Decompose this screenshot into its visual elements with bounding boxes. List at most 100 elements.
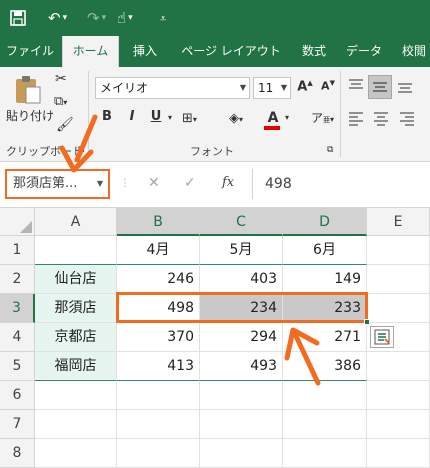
paste-button[interactable]: 貼り付け bbox=[6, 107, 54, 124]
cell-a2[interactable]: 仙台店 bbox=[35, 265, 117, 294]
cell-b8[interactable] bbox=[117, 439, 200, 468]
cell-e3[interactable] bbox=[367, 294, 430, 323]
cell-c7[interactable] bbox=[200, 410, 283, 439]
cell-d5[interactable]: 386 bbox=[283, 352, 367, 381]
row-header-1[interactable]: 1 bbox=[0, 236, 35, 265]
quick-analysis-button[interactable] bbox=[370, 326, 394, 348]
bold-button[interactable]: B bbox=[97, 109, 117, 124]
cell-a4[interactable]: 京都店 bbox=[35, 323, 117, 352]
column-header-d[interactable]: D bbox=[283, 208, 367, 236]
tab-insert[interactable]: 挿入 bbox=[120, 36, 170, 67]
font-launcher-icon[interactable]: ⧉ bbox=[327, 145, 333, 155]
undo-icon[interactable]: ↶ ▾ bbox=[48, 0, 67, 36]
italic-button[interactable]: I bbox=[122, 109, 142, 124]
cell-d8[interactable] bbox=[283, 439, 367, 468]
formula-input[interactable]: 498 bbox=[252, 169, 430, 199]
paste-icon[interactable] bbox=[12, 73, 44, 109]
border-icon[interactable]: ⊞▾ bbox=[182, 111, 197, 126]
align-right-icon[interactable] bbox=[398, 109, 418, 129]
font-color-dropdown-icon[interactable]: ▾ bbox=[285, 113, 289, 122]
cell-d6[interactable] bbox=[283, 381, 367, 410]
align-bottom-icon[interactable] bbox=[396, 77, 416, 97]
grow-font-button[interactable]: A▲ bbox=[295, 79, 315, 94]
row-header-7[interactable]: 7 bbox=[0, 410, 35, 439]
cell-c2[interactable]: 403 bbox=[200, 265, 283, 294]
cancel-icon[interactable]: ✕ bbox=[148, 175, 160, 191]
cell-d3[interactable]: 233 bbox=[283, 294, 367, 323]
cell-d7[interactable] bbox=[283, 410, 367, 439]
cell-b6[interactable] bbox=[117, 381, 200, 410]
cell-b2[interactable]: 246 bbox=[117, 265, 200, 294]
tab-page-layout[interactable]: ページ レイアウト bbox=[171, 36, 291, 67]
save-icon[interactable] bbox=[10, 0, 26, 36]
row-header-5[interactable]: 5 bbox=[0, 352, 35, 381]
cell-a1[interactable] bbox=[35, 236, 117, 265]
cell-b3[interactable]: 498 bbox=[117, 294, 200, 323]
tab-data[interactable]: データ bbox=[337, 36, 391, 67]
row-header-4[interactable]: 4 bbox=[0, 323, 35, 352]
cell-c1[interactable]: 5月 bbox=[200, 236, 283, 265]
clipboard-launcher-icon[interactable]: ⧉ bbox=[78, 145, 84, 155]
align-top-icon[interactable] bbox=[347, 77, 367, 97]
align-center-icon[interactable] bbox=[372, 109, 392, 129]
cell-e8[interactable] bbox=[367, 439, 430, 468]
cell-e1[interactable] bbox=[367, 236, 430, 265]
column-header-a[interactable]: A bbox=[35, 208, 117, 236]
cell-d4[interactable]: 271 bbox=[283, 323, 367, 352]
cell-c6[interactable] bbox=[200, 381, 283, 410]
fill-handle[interactable] bbox=[364, 319, 370, 325]
font-color-swatch bbox=[264, 126, 280, 130]
name-box[interactable]: 那須店第... ▼ bbox=[5, 169, 110, 199]
redo-icon[interactable]: ↷ ▾ bbox=[87, 0, 106, 36]
phonetic-guide-icon[interactable]: ア亜▾ bbox=[311, 109, 334, 126]
cell-e2[interactable] bbox=[367, 265, 430, 294]
align-left-icon[interactable] bbox=[347, 109, 367, 129]
cell-e6[interactable] bbox=[367, 381, 430, 410]
underline-dropdown-icon[interactable]: ▾ bbox=[168, 113, 172, 122]
cell-a3[interactable]: 那須店 bbox=[35, 294, 117, 323]
cell-d1[interactable]: 6月 bbox=[283, 236, 367, 265]
cell-b7[interactable] bbox=[117, 410, 200, 439]
row-header-3[interactable]: 3 bbox=[0, 294, 35, 323]
font-size-combo[interactable]: 11 ▼ bbox=[253, 77, 291, 99]
select-all-corner[interactable] bbox=[0, 208, 35, 236]
cell-e5[interactable] bbox=[367, 352, 430, 381]
cell-a6[interactable] bbox=[35, 381, 117, 410]
tab-file[interactable]: ファイル bbox=[0, 36, 60, 67]
copy-icon[interactable]: ⧉▾ bbox=[54, 94, 67, 109]
shrink-font-button[interactable]: A▼ bbox=[318, 79, 338, 93]
worksheet-grid[interactable]: A B C D E 1 2 3 4 5 6 7 8 4月 5月 6月 仙台店 2… bbox=[0, 208, 430, 468]
insert-function-button[interactable]: fx bbox=[222, 175, 234, 190]
row-header-6[interactable]: 6 bbox=[0, 381, 35, 410]
column-header-c[interactable]: C bbox=[200, 208, 283, 236]
cell-b5[interactable]: 413 bbox=[117, 352, 200, 381]
cell-c5[interactable]: 493 bbox=[200, 352, 283, 381]
cell-e7[interactable] bbox=[367, 410, 430, 439]
fill-color-icon[interactable]: ◈▾ bbox=[229, 111, 243, 126]
cell-b4[interactable]: 370 bbox=[117, 323, 200, 352]
customize-qat-icon[interactable]: ⩡ bbox=[160, 0, 166, 36]
cell-c8[interactable] bbox=[200, 439, 283, 468]
cell-c4[interactable]: 294 bbox=[200, 323, 283, 352]
underline-button[interactable]: U bbox=[146, 109, 166, 124]
tab-formulas[interactable]: 数式 bbox=[292, 36, 336, 67]
row-header-8[interactable]: 8 bbox=[0, 439, 35, 468]
cell-c3[interactable]: 234 bbox=[200, 294, 283, 323]
align-middle-icon[interactable] bbox=[368, 75, 392, 99]
column-header-b[interactable]: B bbox=[117, 208, 200, 236]
cell-a5[interactable]: 福岡店 bbox=[35, 352, 117, 381]
format-painter-icon[interactable]: 🖌 bbox=[56, 117, 74, 133]
font-name-combo[interactable]: メイリオ ▼ bbox=[95, 77, 250, 99]
column-header-e[interactable]: E bbox=[367, 208, 430, 236]
cell-b1[interactable]: 4月 bbox=[117, 236, 200, 265]
row-header-2[interactable]: 2 bbox=[0, 265, 35, 294]
touch-mode-icon[interactable]: ☝ ▾ bbox=[117, 0, 133, 36]
cell-d2[interactable]: 149 bbox=[283, 265, 367, 294]
cut-icon[interactable]: ✂ bbox=[55, 71, 67, 87]
cell-a7[interactable] bbox=[35, 410, 117, 439]
cell-a8[interactable] bbox=[35, 439, 117, 468]
enter-icon[interactable]: ✓ bbox=[184, 175, 196, 191]
tab-review[interactable]: 校閲 bbox=[392, 36, 430, 67]
font-color-button[interactable]: A bbox=[264, 107, 282, 130]
tab-home[interactable]: ホーム bbox=[62, 36, 119, 67]
